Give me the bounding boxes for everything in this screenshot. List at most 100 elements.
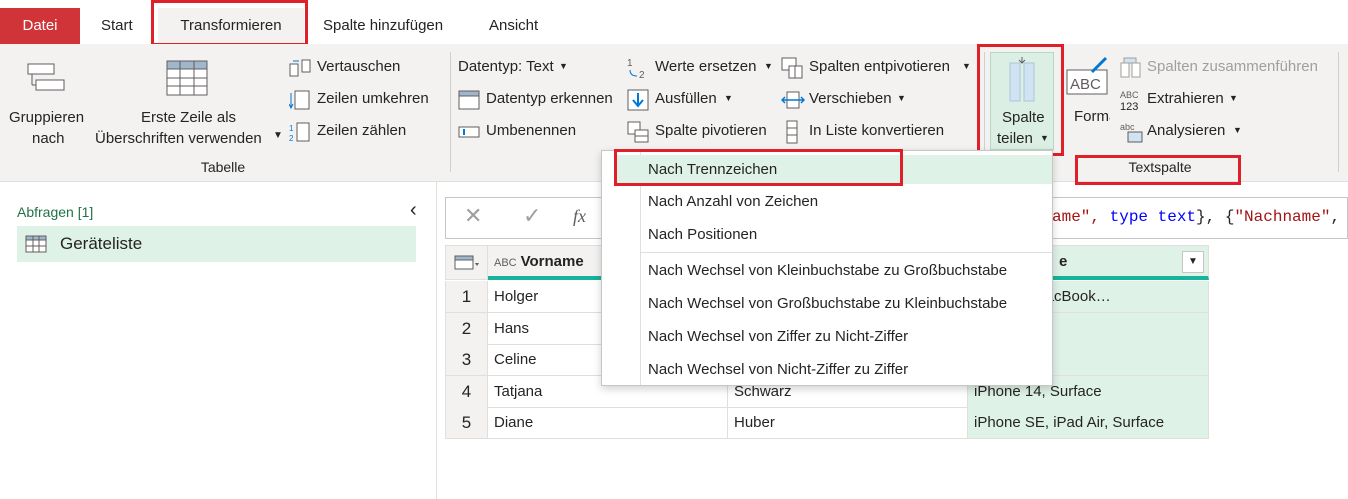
extract-button[interactable]: ABC 123 Extrahieren ▼ bbox=[1118, 88, 1333, 112]
pivot-column-label: Spalte pivotieren bbox=[655, 122, 767, 139]
first-row-header-button[interactable]: Erste Zeile als Überschriften verwenden … bbox=[93, 58, 283, 154]
reverse-rows-icon bbox=[289, 90, 310, 110]
count-rows-button[interactable]: 1 2 Zeilen zählen bbox=[289, 120, 449, 144]
table-menu-button[interactable] bbox=[445, 245, 488, 280]
move-label: Verschieben bbox=[809, 90, 892, 107]
format-label: Format bbox=[1074, 108, 1110, 125]
extract-icon: ABC 123 bbox=[1120, 90, 1139, 112]
fill-down-icon bbox=[627, 89, 649, 111]
unpivot-columns-icon bbox=[781, 57, 803, 79]
menu-item-by-char-count[interactable]: Nach Anzahl von Zeichen bbox=[616, 188, 1052, 217]
menu-item-label: Nach Positionen bbox=[648, 226, 758, 243]
tab-file[interactable]: Datei bbox=[0, 8, 80, 44]
menu-item-upper-to-lower[interactable]: Nach Wechsel von Großbuchstabe zu Kleinb… bbox=[616, 290, 1052, 319]
fx-icon[interactable]: fx bbox=[573, 206, 586, 227]
row-number[interactable]: 2 bbox=[445, 313, 488, 345]
tab-start[interactable]: Start bbox=[97, 8, 137, 44]
query-item-geraeteliste[interactable]: Geräteliste bbox=[17, 226, 416, 262]
list-icon bbox=[786, 120, 798, 144]
parse-button[interactable]: abc Analysieren ▼ bbox=[1118, 120, 1333, 144]
cell-nachname[interactable]: Huber bbox=[728, 407, 968, 439]
menu-item-label: Nach Wechsel von Nicht-Ziffer zu Ziffer bbox=[648, 361, 909, 378]
row-number[interactable]: 1 bbox=[445, 281, 488, 313]
swap-button[interactable]: Vertauschen bbox=[289, 56, 449, 80]
column-header-geraete[interactable]: e ▼ bbox=[1053, 245, 1209, 280]
chevron-down-icon: ▼ bbox=[962, 61, 971, 71]
fill-label: Ausfüllen bbox=[655, 90, 717, 107]
menu-item-nondigit-to-digit[interactable]: Nach Wechsel von Nicht-Ziffer zu Ziffer bbox=[616, 356, 1052, 385]
swap-icon bbox=[289, 59, 311, 77]
svg-text:1: 1 bbox=[289, 124, 294, 133]
format-button[interactable]: ABC Format bbox=[1064, 52, 1110, 150]
swap-label: Vertauschen bbox=[317, 58, 401, 75]
chevron-down-icon: ▼ bbox=[273, 130, 283, 141]
convert-to-list-label: In Liste konvertieren bbox=[809, 122, 945, 139]
chevron-down-icon: ▼ bbox=[897, 93, 906, 103]
merge-columns-label: Spalten zusammenführen bbox=[1147, 58, 1318, 75]
move-button[interactable]: Verschieben ▼ bbox=[781, 88, 976, 112]
abc-glyph: ABC bbox=[1070, 76, 1101, 93]
rename-button[interactable]: Umbenennen bbox=[458, 120, 623, 144]
chevron-down-icon: ▼ bbox=[559, 61, 568, 71]
collapse-pane-icon[interactable]: ‹ bbox=[410, 199, 417, 222]
column-header-vorname[interactable]: ABC Vorname bbox=[488, 245, 602, 280]
datatype-dropdown[interactable]: Datentyp: Text ▼ bbox=[458, 56, 578, 80]
highlight-split-column bbox=[977, 44, 1064, 156]
group-by-button[interactable]: Gruppieren nach bbox=[4, 58, 92, 154]
pivot-column-button[interactable]: Spalte pivotieren bbox=[627, 120, 775, 144]
extract-label: Extrahieren bbox=[1147, 90, 1224, 107]
highlight-by-delimiter bbox=[614, 149, 903, 186]
replace-values-label: Werte ersetzen bbox=[655, 58, 757, 75]
chevron-down-icon: ▼ bbox=[1229, 93, 1238, 103]
row-number[interactable]: 5 bbox=[445, 407, 488, 439]
row-number[interactable]: 3 bbox=[445, 344, 488, 376]
queries-pane: Abfragen [1] ‹ Geräteliste bbox=[0, 182, 437, 499]
format-text-icon: ABC bbox=[1066, 56, 1108, 95]
detect-datatype-icon bbox=[458, 90, 480, 110]
table-menu-icon bbox=[454, 255, 479, 270]
menu-item-label: Nach Wechsel von Ziffer zu Nicht-Ziffer bbox=[648, 328, 909, 345]
replace-values-button[interactable]: 1 2 Werte ersetzen ▼ bbox=[627, 56, 775, 80]
merge-columns-icon bbox=[1120, 57, 1141, 78]
convert-to-list-button[interactable]: In Liste konvertieren bbox=[781, 120, 976, 144]
highlight-text-column-group bbox=[1075, 155, 1241, 185]
query-item-label: Geräteliste bbox=[60, 234, 143, 253]
menu-item-digit-to-nondigit[interactable]: Nach Wechsel von Ziffer zu Nicht-Ziffer bbox=[616, 323, 1052, 352]
row-number[interactable]: 4 bbox=[445, 376, 488, 408]
menu-item-by-positions[interactable]: Nach Positionen bbox=[616, 221, 1052, 250]
svg-text:1: 1 bbox=[627, 58, 633, 69]
digits-glyph: 123 bbox=[1120, 101, 1138, 112]
menu-item-label: Nach Anzahl von Zeichen bbox=[648, 193, 819, 210]
group-by-label-2: nach bbox=[32, 130, 65, 147]
first-row-label-1: Erste Zeile als bbox=[141, 109, 237, 126]
commit-formula-icon[interactable]: ✓ bbox=[523, 203, 541, 229]
parse-label: Analysieren bbox=[1147, 122, 1226, 139]
unpivot-columns-button[interactable]: Spalten entpivotieren ▼ bbox=[781, 56, 976, 80]
cell-geraete[interactable]: iPhone SE, iPad Air, Surface bbox=[968, 407, 1209, 439]
group-by-label-1: Gruppieren bbox=[9, 109, 85, 126]
cancel-formula-icon[interactable]: ✕ bbox=[464, 203, 482, 229]
chevron-down-icon: ▼ bbox=[764, 61, 773, 71]
tab-view[interactable]: Ansicht bbox=[485, 8, 542, 44]
fill-button[interactable]: Ausfüllen ▼ bbox=[627, 88, 775, 112]
group-separator bbox=[450, 52, 451, 172]
cell-vorname[interactable]: Diane bbox=[488, 407, 728, 439]
table-icon bbox=[25, 235, 47, 253]
abc-glyph: ABC bbox=[1120, 90, 1139, 100]
filter-dropdown-icon[interactable]: ▼ bbox=[1182, 251, 1204, 273]
chevron-down-icon: ▼ bbox=[724, 93, 733, 103]
highlight-transform-tab bbox=[151, 0, 308, 46]
merge-columns-button: Spalten zusammenführen bbox=[1118, 56, 1333, 80]
menu-item-lower-to-upper[interactable]: Nach Wechsel von Kleinbuchstabe zu Großb… bbox=[616, 257, 1052, 286]
tab-add-column[interactable]: Spalte hinzufügen bbox=[319, 8, 447, 44]
formula-text[interactable]: ame", type text}, {"Nachname", bbox=[1052, 208, 1340, 226]
reverse-rows-button[interactable]: Zeilen umkehren bbox=[289, 88, 449, 112]
count-rows-label: Zeilen zählen bbox=[317, 122, 407, 139]
detect-datatype-button[interactable]: Datentyp erkennen bbox=[458, 88, 623, 112]
text-type-icon[interactable]: ABC bbox=[494, 257, 517, 269]
table-group-label: Tabelle bbox=[200, 159, 246, 175]
move-icon bbox=[781, 91, 805, 109]
parse-icon: abc bbox=[1120, 122, 1143, 143]
svg-text:abc: abc bbox=[1120, 122, 1135, 132]
count-rows-icon: 1 2 bbox=[289, 122, 310, 143]
